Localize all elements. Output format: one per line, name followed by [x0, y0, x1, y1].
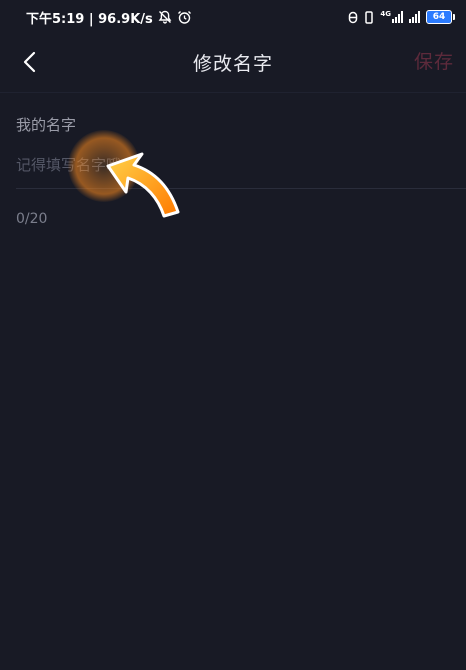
signal-4g-icon: 4G — [380, 11, 403, 23]
bluetooth-headset-icon — [348, 11, 358, 24]
save-button[interactable]: 保存 — [414, 47, 454, 74]
name-input[interactable] — [16, 150, 450, 180]
back-button[interactable] — [12, 44, 48, 80]
signal-icon — [409, 11, 420, 23]
nav-divider — [0, 92, 466, 93]
page-title: 修改名字 — [192, 52, 273, 75]
chevron-left-icon — [23, 51, 36, 73]
alarm-icon — [177, 10, 192, 25]
network-tag: 4G — [380, 10, 391, 18]
name-field-label: 我的名字 — [16, 116, 77, 134]
status-right: 4G 64 — [348, 10, 455, 24]
char-counter: 0/20 — [16, 211, 48, 227]
nav-bar: 修改名字 保存 — [0, 34, 466, 90]
battery-icon: 64 — [426, 10, 455, 24]
status-left: 下午5:19 | 96.9K/s — [26, 8, 192, 27]
bell-muted-icon — [158, 10, 172, 24]
input-underline — [16, 188, 466, 189]
time-speed-text: 下午5:19 | 96.9K/s — [26, 11, 153, 27]
status-bar: 下午5:19 | 96.9K/s 4G 64 — [0, 0, 466, 34]
vibrate-icon — [364, 10, 374, 24]
